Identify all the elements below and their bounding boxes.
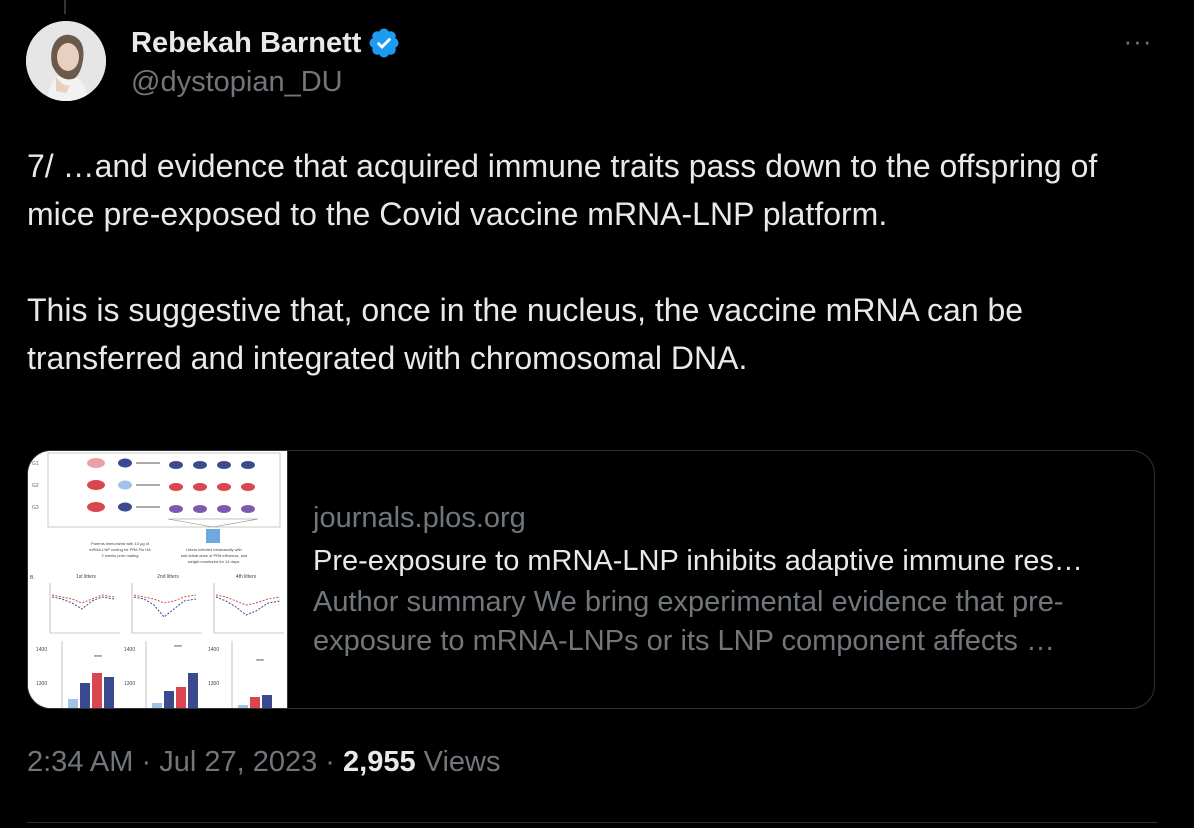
verified-badge-icon bbox=[367, 26, 401, 60]
bottom-divider bbox=[27, 822, 1158, 823]
svg-text:****: **** bbox=[174, 645, 182, 651]
svg-text:****: **** bbox=[256, 659, 264, 665]
avatar-image bbox=[26, 21, 106, 101]
card-thumbnail: G1 G2 G3 Parents immunized with 10 μg of… bbox=[28, 451, 288, 708]
meta-separator: · bbox=[325, 746, 335, 778]
card-description: Author summary We bring experimental evi… bbox=[313, 586, 1064, 657]
tweet-paragraph: 7/ …and evidence that acquired immune tr… bbox=[27, 148, 1098, 232]
views-count: 2,955 bbox=[343, 746, 416, 778]
svg-text:1300: 1300 bbox=[208, 681, 219, 687]
svg-text:****: **** bbox=[94, 655, 102, 661]
svg-text:1400: 1400 bbox=[36, 647, 47, 653]
author-handle[interactable]: @dystopian_DU bbox=[131, 66, 343, 99]
more-options-icon: ··· bbox=[1123, 26, 1153, 56]
svg-text:sub-lethal dose of PR8 influen: sub-lethal dose of PR8 influenza, and bbox=[181, 553, 248, 558]
svg-text:mRNA-LNP coding for PR8 Flu HA: mRNA-LNP coding for PR8 Flu HA bbox=[89, 547, 151, 552]
svg-text:2 weeks prior mating: 2 weeks prior mating bbox=[102, 553, 139, 558]
svg-text:1400: 1400 bbox=[208, 647, 219, 653]
views-label: Views bbox=[423, 746, 501, 778]
tweet-paragraph: This is suggestive that, once in the nuc… bbox=[27, 292, 1024, 376]
card-domain: journals.plos.org bbox=[313, 502, 526, 534]
tweet-time[interactable]: 2:34 AM bbox=[27, 746, 133, 778]
svg-text:B.: B. bbox=[30, 575, 35, 581]
thumb-note-right: Litters infected intranasally with bbox=[186, 547, 242, 552]
link-preview-card[interactable]: G1 G2 G3 Parents immunized with 10 μg of… bbox=[27, 450, 1155, 709]
thumb-litter-label: 2nd litters bbox=[157, 574, 179, 580]
author-name-text: Rebekah Barnett bbox=[131, 26, 362, 59]
thumb-litter-label: 1st litters bbox=[76, 574, 97, 580]
svg-text:weight monitored for 14 days.: weight monitored for 14 days. bbox=[188, 559, 240, 564]
thread-connector-line bbox=[64, 0, 66, 14]
author-avatar[interactable] bbox=[26, 21, 106, 101]
thumb-note-left: Parents immunized with 10 μg of bbox=[91, 541, 150, 546]
tweet-meta: 2:34 AM · Jul 27, 2023 · 2,955 Views bbox=[27, 746, 501, 779]
svg-text:1400: 1400 bbox=[124, 647, 135, 653]
thumb-row-label: G2 bbox=[32, 483, 39, 489]
card-title: Pre-exposure to mRNA-LNP inhibits adapti… bbox=[313, 545, 1083, 577]
card-body[interactable]: journals.plos.org Pre-exposure to mRNA-L… bbox=[313, 499, 1133, 661]
meta-separator: · bbox=[141, 746, 152, 778]
svg-text:1300: 1300 bbox=[36, 681, 47, 687]
svg-text:1300: 1300 bbox=[124, 681, 135, 687]
tweet-text: 7/ …and evidence that acquired immune tr… bbox=[27, 142, 1157, 382]
tweet-date[interactable]: Jul 27, 2023 bbox=[159, 746, 317, 778]
thumb-litter-label: 4th litters bbox=[236, 574, 257, 580]
author-name[interactable]: Rebekah Barnett bbox=[131, 26, 401, 60]
more-options-button[interactable]: ··· bbox=[1118, 26, 1158, 56]
paper-figure-thumbnail: G1 G2 G3 Parents immunized with 10 μg of… bbox=[28, 451, 287, 708]
thumb-row-label: G3 bbox=[32, 505, 39, 511]
thumb-row-label: G1 bbox=[32, 461, 39, 467]
